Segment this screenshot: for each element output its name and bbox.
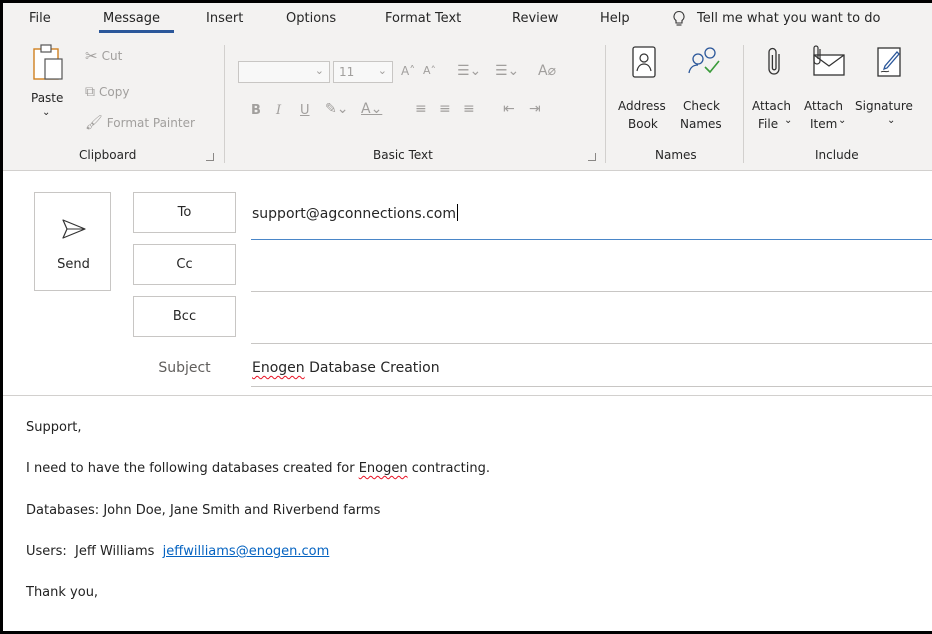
ribbon-separator xyxy=(743,45,744,163)
chevron-down-icon: ⌄ xyxy=(42,107,51,118)
attach-file-button[interactable]: Attach File ⌄ xyxy=(752,39,798,139)
ribbon-separator xyxy=(605,45,606,163)
subject-label: Subject xyxy=(158,360,211,376)
check-names-icon xyxy=(688,47,720,74)
send-label: Send xyxy=(57,257,90,272)
tab-help[interactable]: Help xyxy=(600,11,630,26)
decrease-indent-icon[interactable]: ⇤ xyxy=(503,101,515,117)
address-book-icon xyxy=(632,46,656,78)
message-body[interactable]: Support, I need to have the following da… xyxy=(3,396,932,631)
clear-formatting-icon[interactable]: A⌀ xyxy=(538,63,556,79)
underline-button[interactable]: U xyxy=(300,103,310,118)
bold-button[interactable]: B xyxy=(251,103,261,118)
address-book-button[interactable]: Address Book xyxy=(615,39,673,139)
to-field-underline xyxy=(251,239,932,240)
check-names-label-1: Check xyxy=(683,99,720,113)
shrink-font-icon[interactable]: A˄ xyxy=(423,64,436,77)
font-color-icon[interactable]: A⌄ xyxy=(361,101,382,117)
font-size-select[interactable]: 11 ⌄ xyxy=(333,61,393,83)
attach-item-label-2: Item xyxy=(810,117,838,131)
attach-file-label-2: File xyxy=(758,117,779,131)
basic-text-launcher[interactable] xyxy=(588,153,596,161)
bcc-field-underline xyxy=(251,343,932,344)
clipboard-launcher[interactable] xyxy=(206,153,214,161)
send-arrow-icon xyxy=(62,219,86,239)
tell-me-search[interactable]: Tell me what you want to do xyxy=(697,11,880,26)
body-line-databases: Databases: John Doe, Jane Smith and Rive… xyxy=(26,503,381,518)
highlight-icon[interactable]: ✎⌄ xyxy=(325,101,348,117)
chevron-down-icon: ⌄ xyxy=(887,115,896,126)
ribbon-separator xyxy=(224,45,225,163)
tab-file[interactable]: File xyxy=(29,11,51,26)
check-names-label-2: Names xyxy=(680,117,722,131)
email-link[interactable]: jeffwilliams@enogen.com xyxy=(163,544,330,559)
menu-bar: File Message Insert Options Format Text … xyxy=(3,3,932,33)
to-value: support@agconnections.com xyxy=(252,206,456,222)
chevron-down-icon: ⌄ xyxy=(838,115,847,126)
italic-button[interactable]: I xyxy=(276,103,281,118)
spellcheck-word: Enogen xyxy=(252,360,305,376)
align-center-icon[interactable]: ≡ xyxy=(439,101,451,117)
attach-item-label-1: Attach xyxy=(804,99,843,113)
bcc-button[interactable]: Bcc xyxy=(133,296,236,337)
names-group-label: Names xyxy=(655,148,697,162)
ribbon: Paste ⌄ ✂ Cut ⧉ Copy 🖌 Format Painter Cl… xyxy=(3,33,932,171)
attach-item-icon xyxy=(813,45,845,76)
body-line-users: Users: Jeff Williams jeffwilliams@enogen… xyxy=(26,544,330,559)
subject-rest: Database Creation xyxy=(304,360,440,376)
paintbrush-icon: 🖌 xyxy=(85,115,103,131)
basic-text-group-label: Basic Text xyxy=(373,148,433,162)
paste-button[interactable]: Paste ⌄ xyxy=(25,39,73,131)
copy-button[interactable]: ⧉ Copy xyxy=(85,84,129,100)
increase-indent-icon[interactable]: ⇥ xyxy=(529,101,541,117)
attach-item-button[interactable]: Attach Item ⌄ xyxy=(802,39,852,139)
tab-options[interactable]: Options xyxy=(286,11,336,26)
cut-button[interactable]: ✂ Cut xyxy=(85,47,122,65)
align-left-icon[interactable]: ≡ xyxy=(415,101,427,117)
body-closing: Thank you, xyxy=(26,585,99,600)
to-field[interactable]: support@agconnections.com xyxy=(252,204,458,222)
signature-icon xyxy=(877,47,901,77)
copy-label: Copy xyxy=(99,85,130,99)
paperclip-icon xyxy=(768,47,780,75)
attach-file-label-1: Attach xyxy=(752,99,791,113)
send-button[interactable]: Send xyxy=(34,192,111,291)
tab-format-text[interactable]: Format Text xyxy=(385,11,461,26)
address-label-1: Address xyxy=(618,99,666,113)
align-right-icon[interactable]: ≡ xyxy=(463,101,475,117)
spellcheck-word: Enogen xyxy=(358,461,408,476)
format-painter-button[interactable]: 🖌 Format Painter xyxy=(85,115,195,131)
paste-icon xyxy=(33,44,63,80)
signature-button[interactable]: Signature ⌄ xyxy=(855,39,925,139)
numbering-icon[interactable]: ☰⌄ xyxy=(495,63,519,79)
copy-icon: ⧉ xyxy=(85,84,95,100)
tab-insert[interactable]: Insert xyxy=(206,11,243,26)
lightbulb-icon xyxy=(673,10,685,26)
cc-field-underline xyxy=(251,291,932,292)
subject-field-underline xyxy=(251,386,932,387)
paste-label: Paste xyxy=(31,91,64,105)
clipboard-group-label: Clipboard xyxy=(79,148,137,162)
address-label-2: Book xyxy=(628,117,658,131)
body-greeting: Support, xyxy=(26,420,82,435)
to-button[interactable]: To xyxy=(133,192,236,233)
signature-label: Signature xyxy=(855,99,913,113)
tab-review[interactable]: Review xyxy=(512,11,558,26)
scissors-icon: ✂ xyxy=(85,47,98,65)
outlook-compose-window: File Message Insert Options Format Text … xyxy=(0,0,932,634)
chevron-down-icon: ⌄ xyxy=(784,115,793,126)
subject-field[interactable]: Enogen Database Creation xyxy=(252,360,440,376)
body-line-request: I need to have the following databases c… xyxy=(26,461,490,476)
check-names-button[interactable]: Check Names xyxy=(676,39,732,139)
cut-label: Cut xyxy=(101,49,123,63)
include-group-label: Include xyxy=(815,148,859,162)
format-painter-label: Format Painter xyxy=(106,116,195,130)
cc-button[interactable]: Cc xyxy=(133,244,236,285)
grow-font-icon[interactable]: A˄ xyxy=(401,64,415,78)
text-caret xyxy=(457,204,458,221)
tab-message[interactable]: Message xyxy=(103,11,160,26)
bullets-icon[interactable]: ☰⌄ xyxy=(457,63,481,79)
font-name-select[interactable]: ⌄ xyxy=(238,61,330,83)
